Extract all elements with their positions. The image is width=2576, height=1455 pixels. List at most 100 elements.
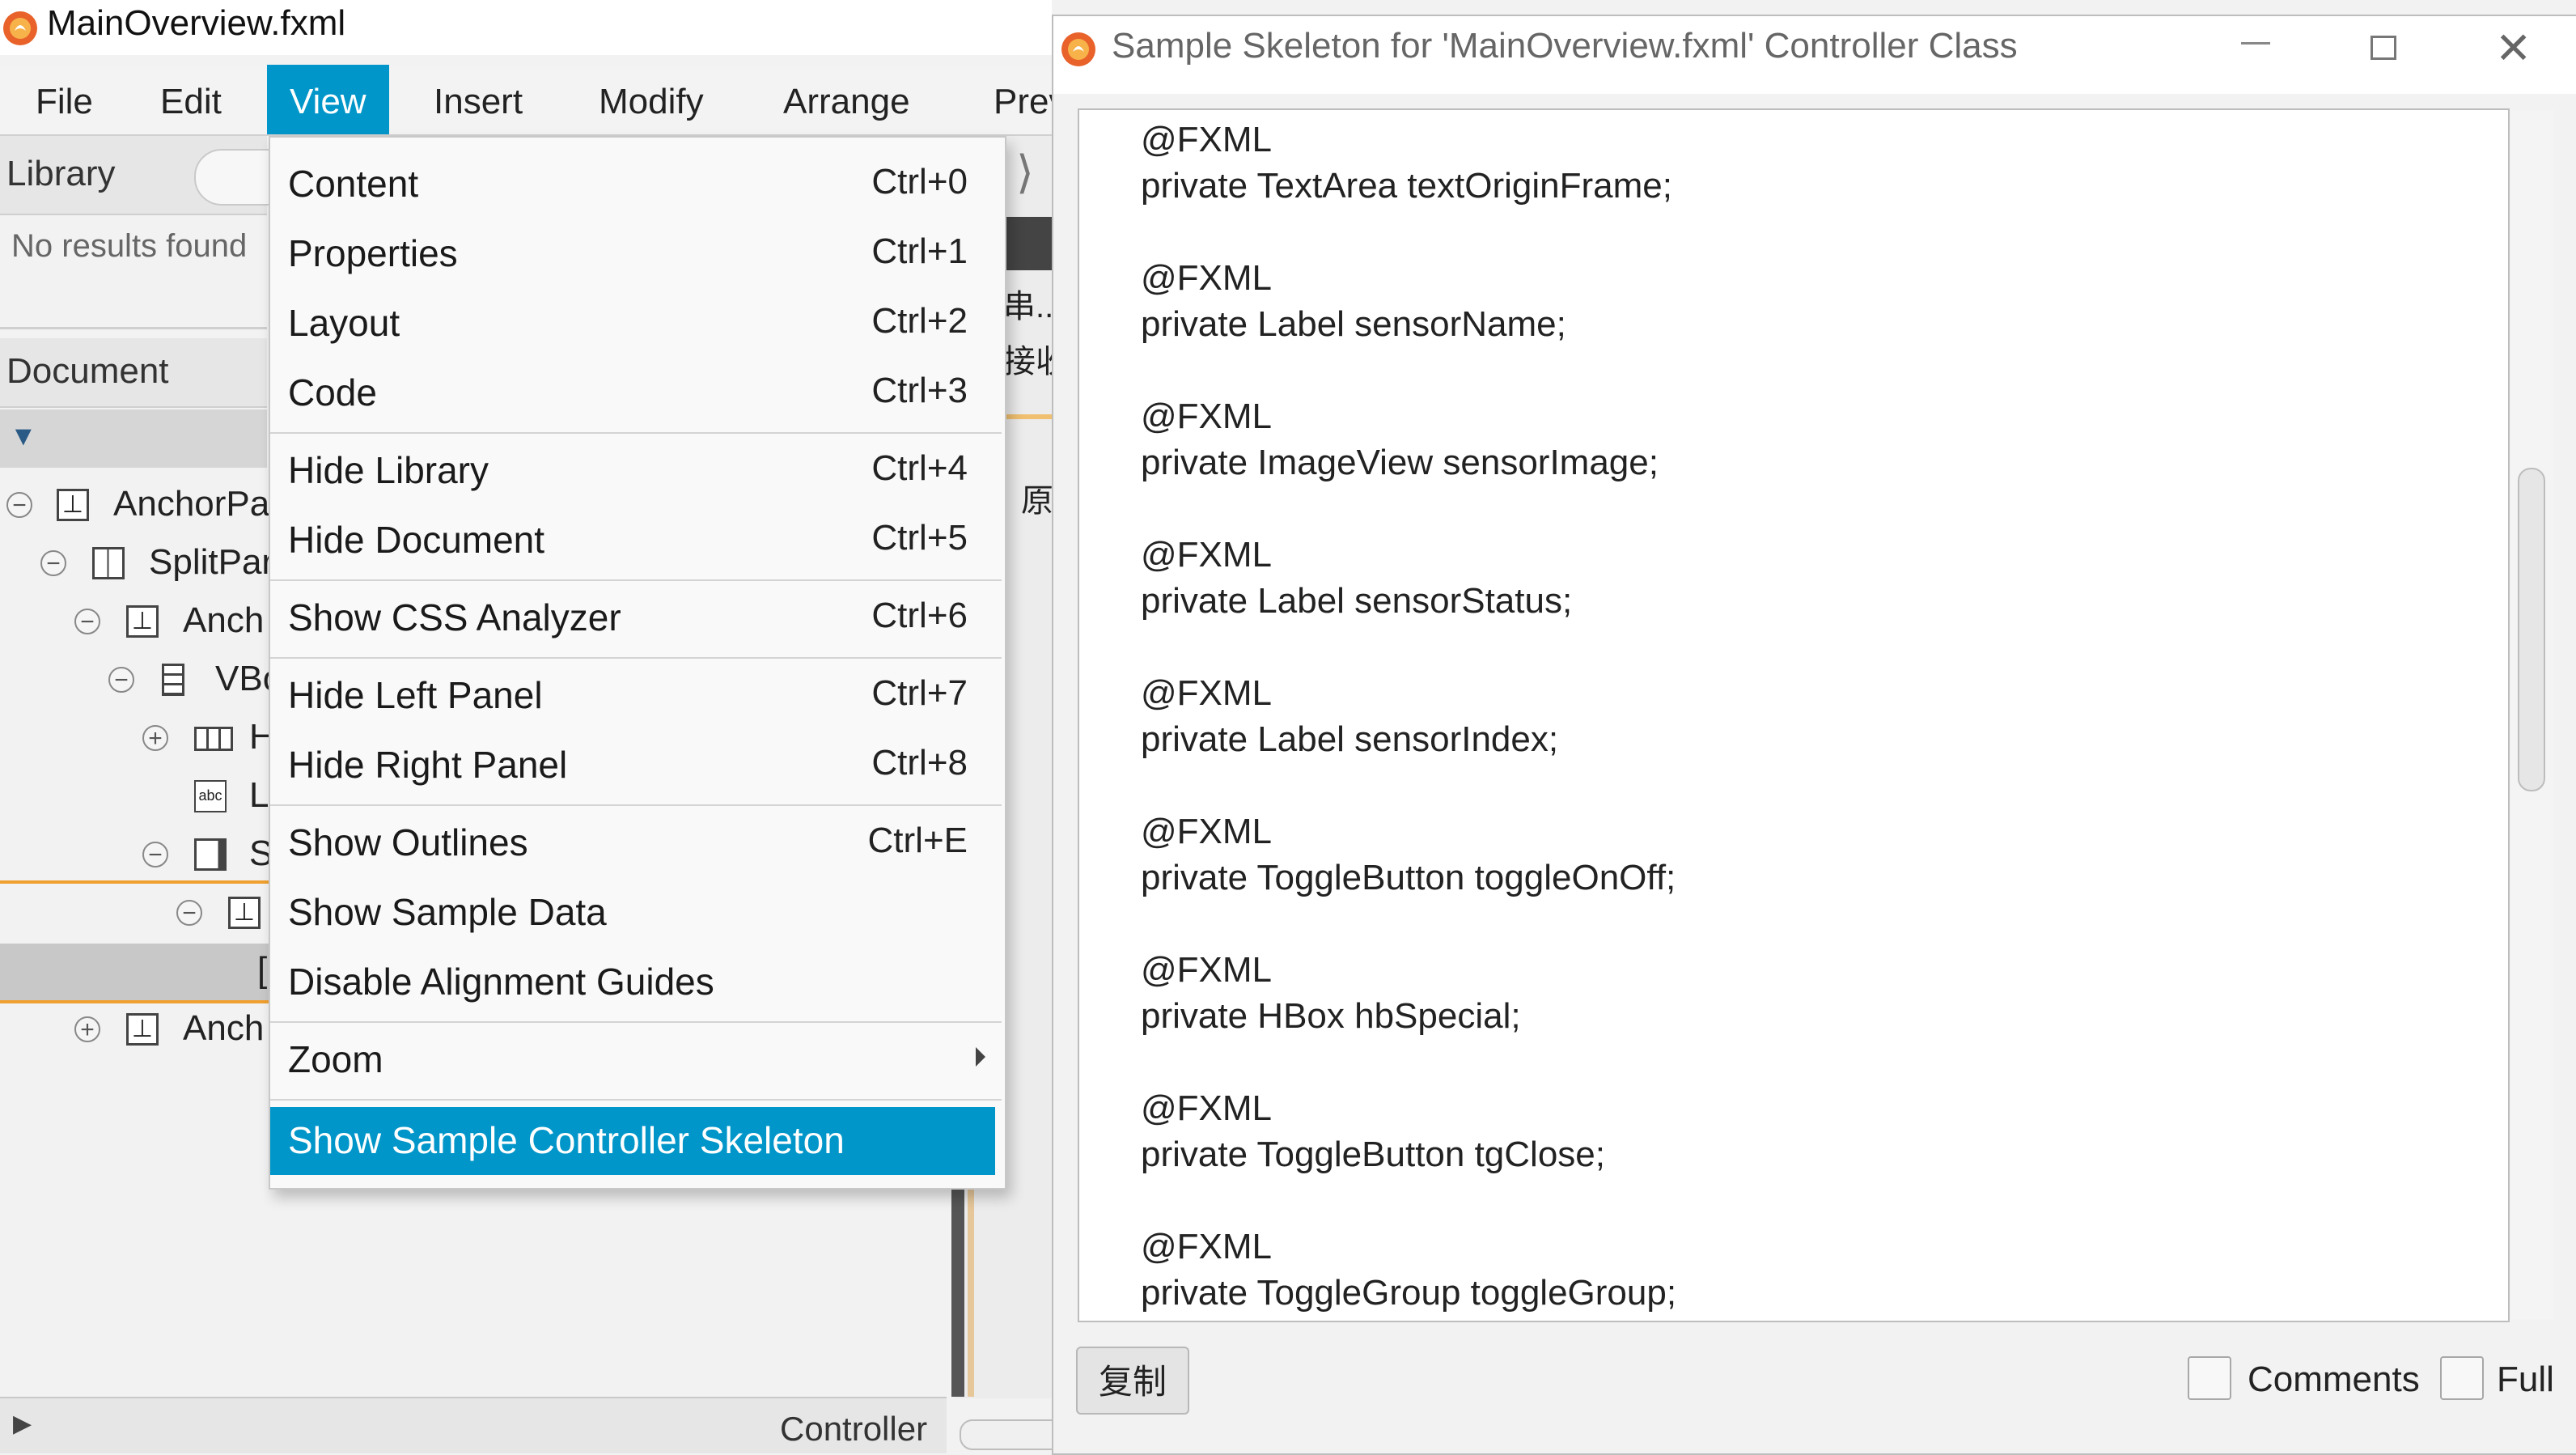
menu-item-hide-right-panel[interactable]: Hide Right Panel Ctrl+8	[270, 732, 1002, 800]
maximize-icon[interactable]	[2371, 36, 2396, 60]
menu-separator	[270, 804, 1002, 806]
comments-checkbox[interactable]	[2188, 1356, 2231, 1400]
code-annotation: @FXML	[1141, 950, 1273, 990]
selected-tree-row[interactable]	[0, 944, 275, 1000]
tree-node-label[interactable]: SplitPar	[149, 542, 273, 583]
expand-node-icon[interactable]: +	[74, 1016, 100, 1042]
window-title: MainOverview.fxml	[47, 3, 346, 43]
menu-item-shortcut: Ctrl+5	[871, 518, 968, 558]
code-annotation: @FXML	[1141, 120, 1273, 159]
library-empty-message: No results found	[11, 228, 248, 264]
menu-item-label: Code	[288, 371, 377, 414]
comments-checkbox-label[interactable]: Comments	[2248, 1360, 2420, 1400]
tree-node-label[interactable]: L	[249, 775, 269, 816]
code-field-declaration: private ToggleButton tgClose;	[1141, 1135, 1605, 1174]
collapse-node-icon[interactable]: −	[6, 492, 32, 518]
menu-item-show-css-analyzer[interactable]: Show CSS Analyzer Ctrl+6	[270, 584, 1002, 652]
menu-item-label: Content	[288, 163, 419, 205]
content-highlight-line	[968, 1190, 974, 1397]
copy-button[interactable]: 复制	[1076, 1347, 1189, 1415]
menu-item-label: Show Sample Controller Skeleton	[288, 1119, 845, 1161]
menu-separator	[270, 1021, 1002, 1023]
code-field-declaration: private TextArea textOriginFrame;	[1141, 166, 1672, 206]
collapse-node-icon[interactable]: −	[142, 842, 168, 867]
menu-item-label: Disable Alignment Guides	[288, 961, 714, 1003]
collapse-node-icon[interactable]: −	[74, 609, 100, 634]
full-checkbox-label[interactable]: Full	[2497, 1360, 2554, 1400]
menu-arrange[interactable]: Arrange	[761, 65, 933, 134]
menu-item-label: Zoom	[288, 1038, 383, 1080]
tree-node-label[interactable]: Anch	[183, 1008, 264, 1049]
menu-separator	[270, 1099, 1002, 1101]
splitpane-icon	[92, 547, 125, 579]
tree-node-label[interactable]: AnchorPa	[113, 484, 269, 524]
controller-section-label[interactable]: Controller	[780, 1410, 927, 1449]
content-text: 原	[1021, 483, 1053, 519]
vbox-icon	[162, 664, 184, 696]
menu-item-hide-library[interactable]: Hide Library Ctrl+4	[270, 437, 1002, 505]
menu-item-hide-document[interactable]: Hide Document Ctrl+5	[270, 507, 1002, 575]
menu-item-layout[interactable]: Layout Ctrl+2	[270, 290, 1002, 358]
hbox-icon	[194, 727, 233, 751]
chevron-right-icon[interactable]: ⟩	[1016, 146, 1034, 199]
scrollpane-icon	[194, 838, 227, 871]
vertical-scrollbar-thumb[interactable]	[2518, 468, 2545, 791]
collapse-node-icon[interactable]: −	[108, 667, 134, 693]
code-field-declaration: private Label sensorName;	[1141, 304, 1566, 344]
menu-item-show-sample-controller-skeleton[interactable]: Show Sample Controller Skeleton	[270, 1107, 995, 1175]
menu-item-shortcut: Ctrl+6	[871, 596, 968, 635]
code-annotation: @FXML	[1141, 535, 1273, 575]
dialog-title: Sample Skeleton for 'MainOverview.fxml' …	[1112, 26, 2018, 66]
menu-item-properties[interactable]: Properties Ctrl+1	[270, 220, 1002, 288]
content-highlight-line	[1003, 414, 1052, 419]
menu-item-disable-alignment-guides[interactable]: Disable Alignment Guides	[270, 948, 1002, 1016]
code-field-declaration: private HBox hbSpecial;	[1141, 996, 1521, 1036]
anchorpane-icon: ⊥	[57, 489, 89, 521]
anchorpane-icon: ⊥	[126, 1013, 159, 1046]
menu-separator	[270, 432, 1002, 434]
menu-view[interactable]: View	[267, 65, 389, 134]
document-title: Document	[6, 351, 169, 391]
panel-divider[interactable]	[0, 327, 267, 329]
collapse-node-icon[interactable]: −	[40, 550, 66, 576]
menu-item-shortcut: Ctrl+E	[867, 821, 968, 860]
menu-edit[interactable]: Edit	[138, 65, 244, 134]
menu-item-label: Show Sample Data	[288, 891, 607, 933]
minimize-icon[interactable]	[2241, 42, 2270, 45]
menu-item-shortcut: Ctrl+8	[871, 743, 968, 783]
menu-file[interactable]: File	[13, 65, 116, 134]
menu-item-content[interactable]: Content Ctrl+0	[270, 151, 1002, 218]
close-icon[interactable]: ✕	[2495, 23, 2532, 74]
left-panel	[0, 136, 267, 1452]
library-title: Library	[6, 154, 116, 193]
menu-modify[interactable]: Modify	[576, 65, 727, 134]
menu-item-show-sample-data[interactable]: Show Sample Data	[270, 879, 1002, 947]
code-field-declaration: private ToggleGroup toggleGroup;	[1141, 1273, 1677, 1313]
hierarchy-dropdown-icon[interactable]: ▼	[10, 421, 37, 452]
expand-right-icon[interactable]: ▶	[13, 1410, 32, 1438]
menu-item-label: Properties	[288, 232, 458, 274]
menu-insert[interactable]: Insert	[411, 65, 545, 134]
anchorpane-icon: ⊥	[126, 605, 159, 638]
code-annotation: @FXML	[1141, 397, 1273, 436]
full-checkbox[interactable]	[2440, 1356, 2484, 1400]
menu-item-hide-left-panel[interactable]: Hide Left Panel Ctrl+7	[270, 662, 1002, 730]
scene-builder-app-icon	[3, 11, 37, 45]
label-icon: abc	[194, 780, 227, 812]
code-field-declaration: private Label sensorStatus;	[1141, 581, 1573, 621]
menu-item-zoom[interactable]: Zoom	[270, 1026, 1002, 1094]
tree-node-label[interactable]: Anch	[183, 600, 264, 641]
anchorpane-icon: ⊥	[228, 897, 261, 929]
menu-item-shortcut: Ctrl+3	[871, 371, 968, 410]
code-annotation: @FXML	[1141, 1088, 1273, 1128]
collapse-node-icon[interactable]: −	[176, 900, 202, 926]
menu-item-label: Hide Document	[288, 519, 545, 561]
code-annotation: @FXML	[1141, 1227, 1273, 1266]
tree-node-label[interactable]: [	[257, 950, 267, 991]
menu-item-shortcut: Ctrl+1	[871, 231, 968, 271]
expand-node-icon[interactable]: +	[142, 725, 168, 751]
content-scroll-edge	[951, 1190, 964, 1397]
menu-item-code[interactable]: Code Ctrl+3	[270, 359, 1002, 427]
document-toolbar	[0, 409, 267, 468]
menu-item-show-outlines[interactable]: Show Outlines Ctrl+E	[270, 809, 1002, 877]
